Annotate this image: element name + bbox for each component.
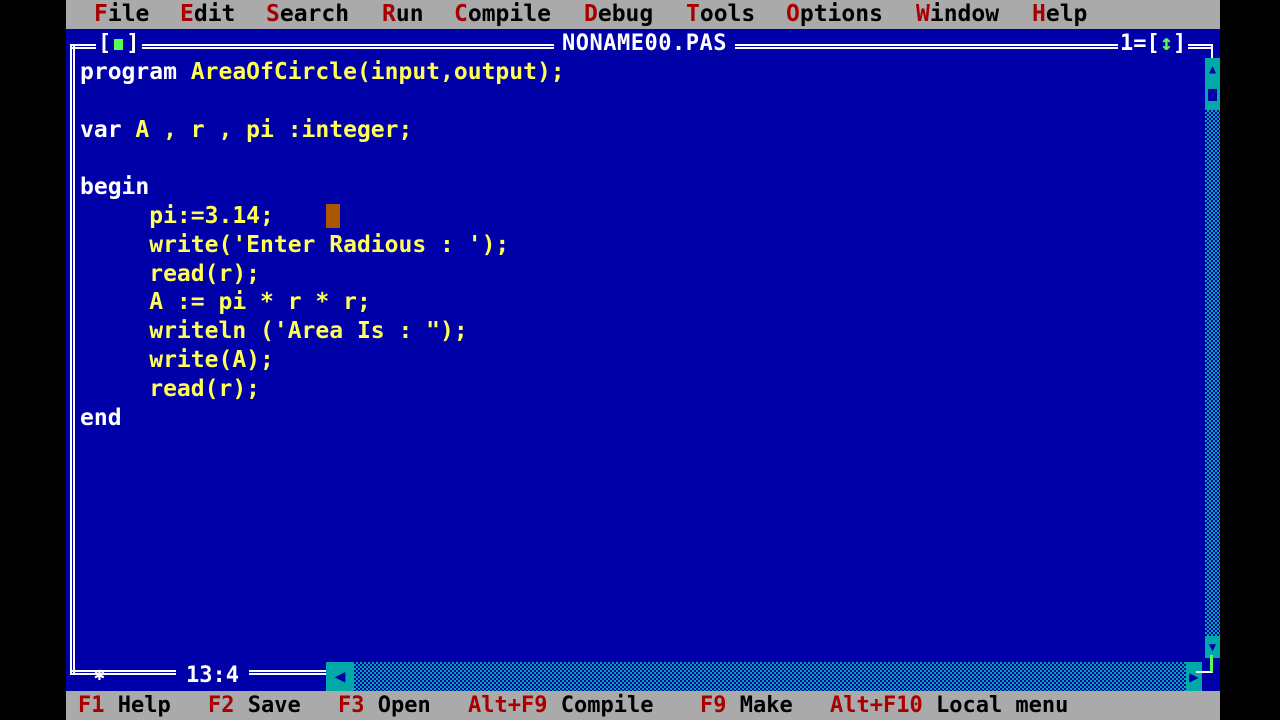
code-text: pi:=3.14;: [80, 202, 274, 229]
shortcut-label: Help: [104, 693, 171, 718]
shortcut-key: F3: [338, 693, 365, 718]
window-number: 1: [1120, 31, 1134, 56]
shortcut-label: Save: [234, 693, 301, 718]
bracket: ]: [126, 31, 140, 56]
code-line: program AreaOfCircle(input,output);: [80, 58, 1200, 87]
code-text: A := pi * r * r;: [80, 289, 371, 316]
shortcut-label: Open: [364, 693, 431, 718]
code-line: var A , r , pi :integer;: [80, 116, 1200, 145]
code-line: end: [80, 404, 1200, 433]
menu-label: earch: [279, 1, 350, 27]
code-text: A , r , pi :integer;: [135, 116, 413, 143]
code-line: pi:=3.14;: [80, 202, 1200, 231]
shortcut-key: F2: [208, 693, 235, 718]
menu-bar: File Edit Search Run Compile Debug Tools…: [66, 0, 1220, 29]
cursor-position: 13:4: [176, 661, 249, 690]
keyword: program: [80, 59, 191, 85]
code-line: read(r);: [80, 375, 1200, 404]
bracket: ]: [1173, 31, 1187, 56]
frame-left-border: [70, 44, 75, 674]
horizontal-scrollbar[interactable]: ◀ ▶: [326, 662, 1202, 691]
shortcut-label: Compile: [547, 693, 654, 718]
bracket: =[: [1133, 31, 1160, 56]
window-title: NONAME00.PAS: [554, 30, 735, 58]
text-cursor: [326, 204, 340, 228]
hotkey: D: [584, 1, 598, 27]
keyword: var: [80, 116, 136, 143]
zoom-icon[interactable]: ↕: [1160, 31, 1173, 56]
menu-file[interactable]: File: [94, 0, 149, 29]
code-text: AreaOfCircle(input,output);: [190, 59, 565, 85]
menu-label: ompile: [467, 1, 551, 27]
code-editor[interactable]: program AreaOfCircle(input,output); var …: [80, 58, 1200, 638]
menu-label: ile: [107, 1, 150, 27]
menu-label: un: [395, 1, 424, 27]
status-local-menu[interactable]: Alt+F10 Local menu: [830, 691, 1068, 720]
shortcut-label: Make: [726, 693, 793, 718]
code-line: write('Enter Radious : ');: [80, 231, 1200, 260]
menu-label: ebug: [597, 1, 654, 27]
status-save[interactable]: F2 Save: [208, 691, 301, 720]
menu-label: ptions: [799, 1, 883, 27]
shortcut-key: F9: [700, 693, 727, 718]
status-bar: F1 Help F2 Save F3 Open Alt+F9 Compile F…: [66, 691, 1220, 720]
menu-debug[interactable]: Debug: [584, 0, 653, 29]
status-make[interactable]: F9 Make: [700, 691, 793, 720]
menu-label: elp: [1045, 1, 1088, 27]
code-text: write(A);: [80, 346, 274, 373]
code-line: A := pi * r * r;: [80, 288, 1200, 317]
code-text: write('Enter Radious : ');: [80, 231, 510, 258]
menu-label: dit: [193, 1, 236, 27]
hotkey: O: [786, 1, 800, 27]
status-open[interactable]: F3 Open: [338, 691, 431, 720]
vertical-scrollbar[interactable]: ▲ ▼: [1205, 58, 1220, 658]
resize-corner-icon[interactable]: [1196, 655, 1213, 673]
hotkey: F: [94, 1, 108, 27]
hotkey: E: [180, 1, 194, 27]
shortcut-label: Local menu: [922, 693, 1069, 718]
code-line: begin: [80, 173, 1200, 202]
scroll-left-arrow-icon[interactable]: ◀: [326, 662, 354, 691]
keyword: end: [80, 404, 122, 431]
turbo-pascal-screen: File Edit Search Run Compile Debug Tools…: [66, 0, 1220, 720]
shortcut-key: Alt+F9: [468, 693, 548, 718]
close-window-button[interactable]: []: [96, 30, 142, 58]
close-icon: [114, 38, 124, 50]
code-line: read(r);: [80, 260, 1200, 289]
menu-edit[interactable]: Edit: [180, 0, 235, 29]
menu-run[interactable]: Run: [382, 0, 424, 29]
menu-tools[interactable]: Tools: [686, 0, 755, 29]
hotkey: S: [266, 1, 280, 27]
hotkey: R: [382, 1, 396, 27]
menu-compile[interactable]: Compile: [454, 0, 551, 29]
menu-help[interactable]: Help: [1032, 0, 1087, 29]
code-text: read(r);: [80, 375, 261, 402]
menu-window[interactable]: Window: [916, 0, 999, 29]
code-line: write(A);: [80, 346, 1200, 375]
hotkey: W: [916, 1, 930, 27]
hotkey: T: [686, 1, 700, 27]
status-compile[interactable]: Alt+F9 Compile: [468, 691, 653, 720]
vertical-scroll-thumb[interactable]: [1205, 80, 1220, 110]
keyword: begin: [80, 174, 150, 201]
hotkey: C: [454, 1, 468, 27]
menu-label: indow: [929, 1, 1000, 27]
shortcut-key: Alt+F10: [830, 693, 923, 718]
menu-search[interactable]: Search: [266, 0, 349, 29]
code-text: read(r);: [80, 260, 261, 287]
move-handle-icon[interactable]: ✱: [94, 664, 105, 686]
code-line: writeln ('Area Is : ");: [80, 317, 1200, 346]
scroll-up-arrow-icon[interactable]: ▲: [1205, 58, 1220, 80]
window-number-and-zoom: 1=[↕]: [1118, 30, 1189, 58]
code-text: writeln ('Area Is : ");: [80, 318, 468, 345]
hotkey: H: [1032, 1, 1046, 27]
menu-options[interactable]: Options: [786, 0, 883, 29]
bracket: [: [98, 31, 112, 56]
shortcut-key: F1: [78, 693, 105, 718]
status-help[interactable]: F1 Help: [78, 691, 171, 720]
menu-label: ools: [699, 1, 756, 27]
